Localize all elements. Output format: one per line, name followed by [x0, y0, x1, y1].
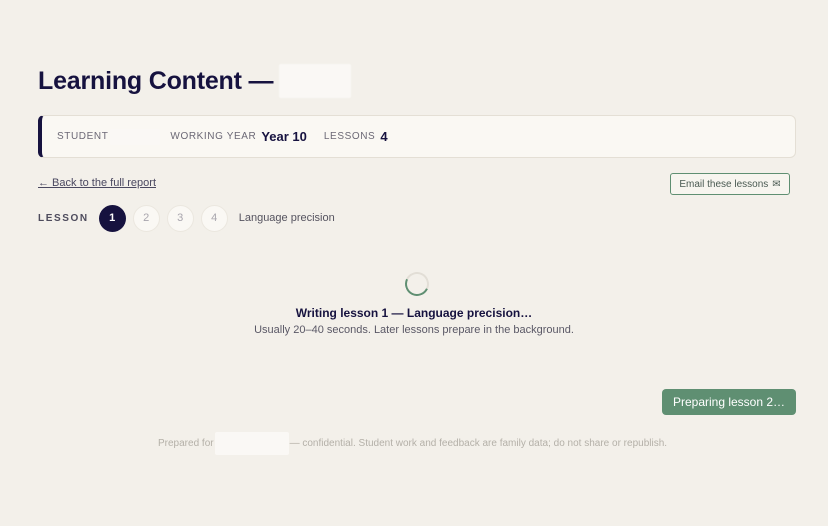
lessons-count-value: 4 [380, 129, 388, 144]
working-year-value: Year 10 [261, 129, 307, 144]
confidentiality-footer: Prepared for — confidential. Student wor… [158, 432, 667, 455]
lesson-step-2[interactable]: 2 [132, 204, 160, 232]
writing-status-subtitle: Usually 20–40 seconds. Later lessons pre… [254, 324, 574, 336]
lesson-step-1[interactable]: 1 [98, 204, 126, 232]
student-info-card: STUDENT WORKING YEAR Year 10 LESSONS 4 [38, 115, 796, 158]
preparing-next-lesson-button[interactable]: Preparing lesson 2… [662, 389, 796, 415]
footer-prefix: Prepared for [158, 438, 214, 449]
lesson-step-3[interactable]: 3 [166, 204, 194, 232]
lesson-stepper-label: LESSON [38, 212, 89, 224]
writing-status-title: Writing lesson 1 — Language precision… [295, 306, 533, 320]
lesson-step-4[interactable]: 4 [200, 204, 228, 232]
page-title: Learning Content — [38, 64, 352, 98]
email-lessons-button[interactable]: Email these lessons ✉ [670, 173, 790, 195]
email-lessons-label: Email these lessons [679, 178, 769, 190]
footer-suffix: — confidential. Student work and feedbac… [289, 438, 668, 449]
back-to-report-link[interactable]: ← Back to the full report [38, 177, 156, 189]
working-year-label: WORKING YEAR [170, 131, 257, 142]
lessons-count-label: LESSONS [323, 131, 376, 142]
redacted-student-name [279, 64, 352, 98]
redacted-footer-name [214, 432, 289, 455]
student-label: STUDENT [57, 131, 109, 142]
page-title-text: Learning Content — [38, 66, 274, 95]
redacted-student-value [110, 128, 161, 145]
lesson-stepper: LESSON 1 2 3 4 Language precision [38, 204, 335, 232]
loading-spinner-icon [401, 268, 433, 300]
envelope-icon: ✉ [772, 178, 781, 190]
current-lesson-topic: Language precision [238, 212, 335, 224]
